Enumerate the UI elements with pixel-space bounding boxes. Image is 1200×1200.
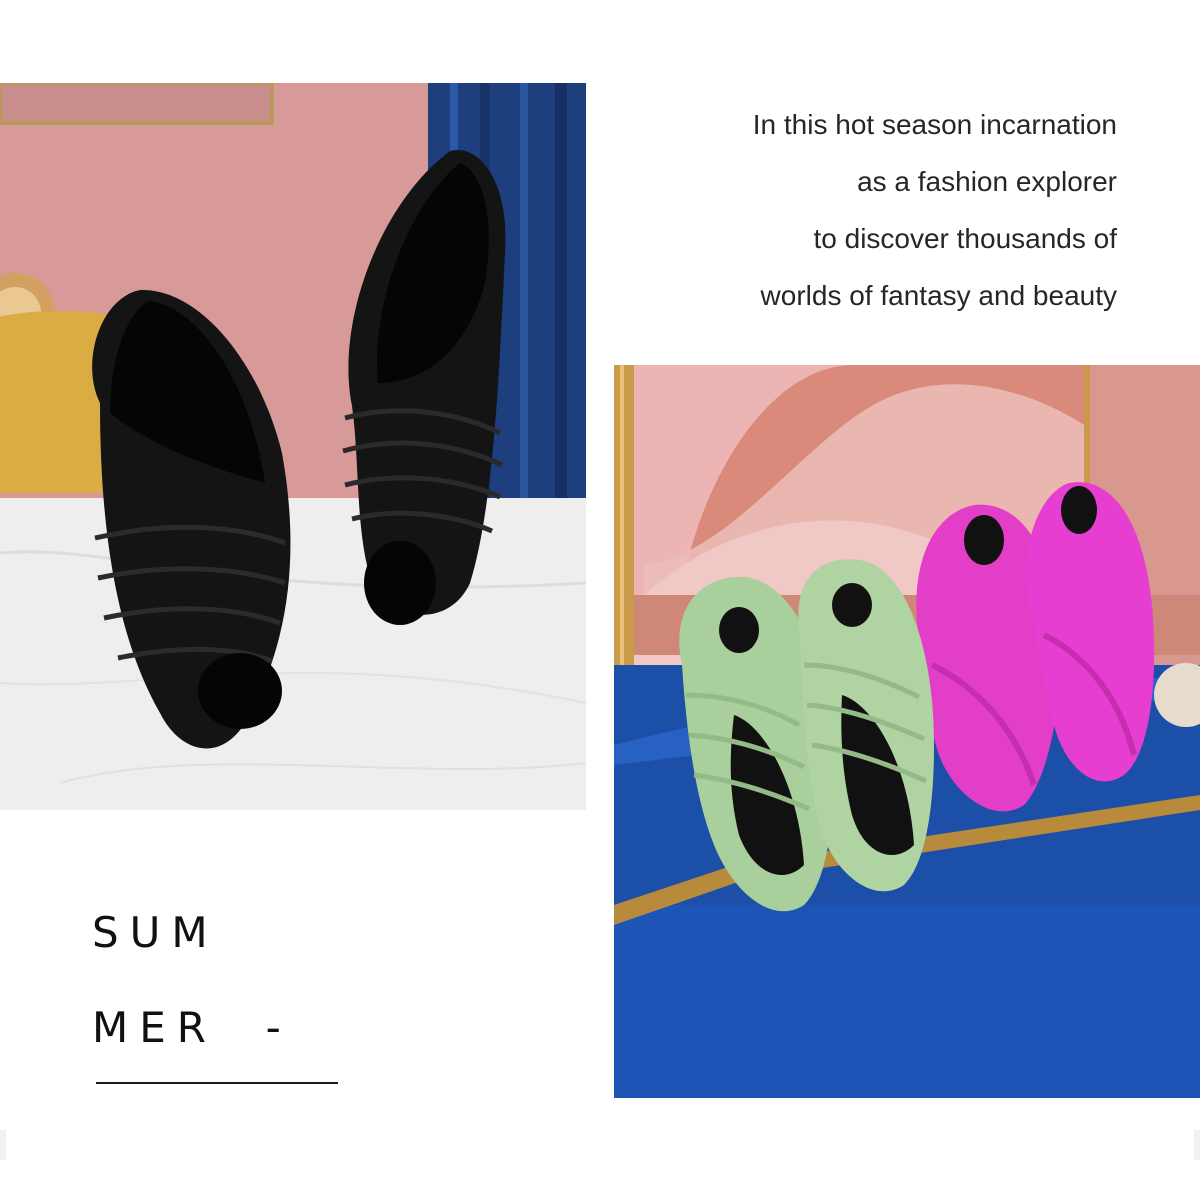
heading-line-1: SUM — [92, 908, 219, 957]
heading-line-2: MER - — [92, 1003, 292, 1052]
photo-black-slides — [0, 83, 586, 810]
photo-colored-slides — [614, 365, 1200, 1098]
tagline-line-3: to discover thousands of — [813, 223, 1117, 254]
left-edge-mark — [0, 1130, 6, 1160]
right-edge-mark — [1194, 1130, 1200, 1160]
tagline-line-2: as a fashion explorer — [857, 166, 1117, 197]
colored-slides-image — [614, 365, 1200, 1098]
heading-underline — [96, 1082, 338, 1084]
tagline-line-4: worlds of fantasy and beauty — [760, 280, 1117, 311]
black-slides-image — [0, 83, 586, 810]
tagline: In this hot season incarnation as a fash… — [597, 96, 1117, 324]
tagline-line-1: In this hot season incarnation — [752, 109, 1117, 140]
